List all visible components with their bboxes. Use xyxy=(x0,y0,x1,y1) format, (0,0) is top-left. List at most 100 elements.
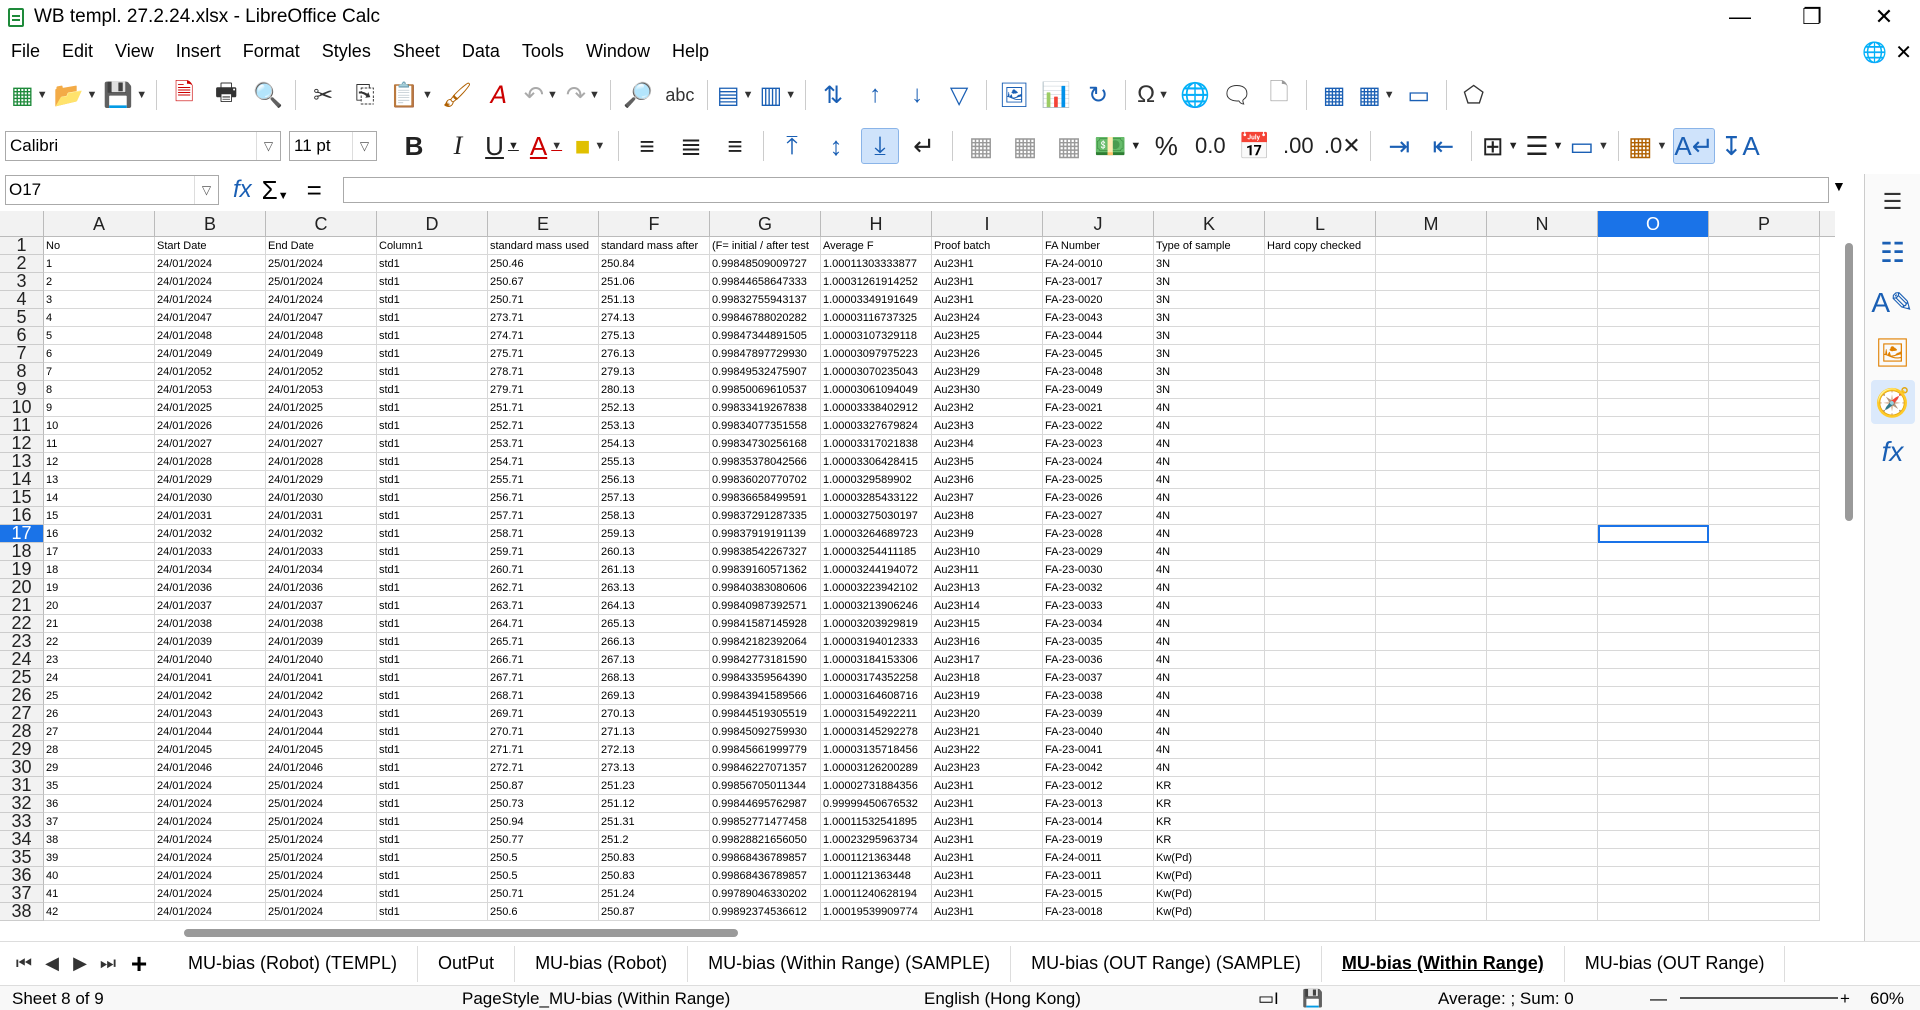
cell-l36[interactable] xyxy=(1265,867,1376,885)
align-left-icon[interactable]: ≡ xyxy=(628,128,666,164)
cell-h13[interactable]: 1.00003306428415 xyxy=(821,453,932,471)
cell-l5[interactable] xyxy=(1265,309,1376,327)
cell-b33[interactable]: 24/01/2024 xyxy=(155,813,266,831)
cell-l24[interactable] xyxy=(1265,651,1376,669)
cell-k23[interactable]: 4N xyxy=(1154,633,1265,651)
cell-a30[interactable]: 29 xyxy=(44,759,155,777)
delete-decimal-icon[interactable]: .0✕ xyxy=(1323,128,1361,164)
cell-n15[interactable] xyxy=(1487,489,1598,507)
cell-b12[interactable]: 24/01/2027 xyxy=(155,435,266,453)
cell-n1[interactable] xyxy=(1487,237,1598,255)
cell-b14[interactable]: 24/01/2029 xyxy=(155,471,266,489)
cell-f33[interactable]: 251.31 xyxy=(599,813,710,831)
cell-c12[interactable]: 24/01/2027 xyxy=(266,435,377,453)
cell-c23[interactable]: 24/01/2039 xyxy=(266,633,377,651)
cell-l1[interactable]: Hard copy checked xyxy=(1265,237,1376,255)
cell-j29[interactable]: FA-23-0041 xyxy=(1043,741,1154,759)
cell-d35[interactable]: std1 xyxy=(377,849,488,867)
cell-m38[interactable] xyxy=(1376,903,1487,921)
cell-c38[interactable]: 25/01/2024 xyxy=(266,903,377,921)
cell-d36[interactable]: std1 xyxy=(377,867,488,885)
cell-c14[interactable]: 24/01/2029 xyxy=(266,471,377,489)
cell-o14[interactable] xyxy=(1598,471,1709,489)
cell-b30[interactable]: 24/01/2046 xyxy=(155,759,266,777)
save-icon[interactable]: 💾 ▼ xyxy=(103,77,147,113)
cell-m7[interactable] xyxy=(1376,345,1487,363)
cell-k10[interactable]: 4N xyxy=(1154,399,1265,417)
cell-l12[interactable] xyxy=(1265,435,1376,453)
cell-a19[interactable]: 18 xyxy=(44,561,155,579)
cell-n3[interactable] xyxy=(1487,273,1598,291)
cell-j35[interactable]: FA-24-0011 xyxy=(1043,849,1154,867)
show-draw-functions-icon[interactable]: ⬠ xyxy=(1456,77,1492,113)
cell-n29[interactable] xyxy=(1487,741,1598,759)
cell-a10[interactable]: 9 xyxy=(44,399,155,417)
cell-l34[interactable] xyxy=(1265,831,1376,849)
cell-o35[interactable] xyxy=(1598,849,1709,867)
cell-j18[interactable]: FA-23-0029 xyxy=(1043,543,1154,561)
cell-a20[interactable]: 19 xyxy=(44,579,155,597)
merge-cells-icon[interactable]: ▦ xyxy=(1006,128,1044,164)
cell-m24[interactable] xyxy=(1376,651,1487,669)
cell-p15[interactable] xyxy=(1709,489,1820,507)
cell-a25[interactable]: 24 xyxy=(44,669,155,687)
cell-k34[interactable]: KR xyxy=(1154,831,1265,849)
page-style[interactable]: PageStyle_MU-bias (Within Range) xyxy=(462,989,730,1009)
cell-o8[interactable] xyxy=(1598,363,1709,381)
cell-m27[interactable] xyxy=(1376,705,1487,723)
cell-d6[interactable]: std1 xyxy=(377,327,488,345)
cell-l11[interactable] xyxy=(1265,417,1376,435)
cell-g4[interactable]: 0.99832755943137 xyxy=(710,291,821,309)
column-icon[interactable]: ▥ ▼ xyxy=(760,77,797,113)
cell-g13[interactable]: 0.99835378042566 xyxy=(710,453,821,471)
cell-h4[interactable]: 1.00003349191649 xyxy=(821,291,932,309)
zoom-out-icon[interactable]: — xyxy=(1650,989,1667,1009)
cell-e37[interactable]: 250.71 xyxy=(488,885,599,903)
cell-d11[interactable]: std1 xyxy=(377,417,488,435)
cell-p12[interactable] xyxy=(1709,435,1820,453)
restore-button[interactable]: ❐ xyxy=(1776,0,1848,34)
cell-g14[interactable]: 0.99836020770702 xyxy=(710,471,821,489)
cell-e5[interactable]: 273.71 xyxy=(488,309,599,327)
paste-icon[interactable]: 📋 ▼ xyxy=(389,77,433,113)
special-character-icon[interactable]: Ω ▼ xyxy=(1135,77,1171,113)
cell-m17[interactable] xyxy=(1376,525,1487,543)
menu-file[interactable]: File xyxy=(0,41,51,62)
cell-i36[interactable]: Au23H1 xyxy=(932,867,1043,885)
cell-j15[interactable]: FA-23-0026 xyxy=(1043,489,1154,507)
cell-e11[interactable]: 252.71 xyxy=(488,417,599,435)
cell-g11[interactable]: 0.99834077351558 xyxy=(710,417,821,435)
cell-n2[interactable] xyxy=(1487,255,1598,273)
cell-j1[interactable]: FA Number xyxy=(1043,237,1154,255)
cell-p33[interactable] xyxy=(1709,813,1820,831)
cell-c20[interactable]: 24/01/2036 xyxy=(266,579,377,597)
cell-n26[interactable] xyxy=(1487,687,1598,705)
cell-g6[interactable]: 0.99847344891505 xyxy=(710,327,821,345)
cell-p10[interactable] xyxy=(1709,399,1820,417)
cell-p2[interactable] xyxy=(1709,255,1820,273)
clear-formatting-icon[interactable]: 𝘈 xyxy=(481,77,517,113)
expand-formula-bar-icon[interactable]: ▼ xyxy=(1832,178,1846,194)
cell-m16[interactable] xyxy=(1376,507,1487,525)
chevron-down-icon[interactable]: ▽ xyxy=(352,132,376,160)
cell-l19[interactable] xyxy=(1265,561,1376,579)
cell-i17[interactable]: Au23H9 xyxy=(932,525,1043,543)
cell-l17[interactable] xyxy=(1265,525,1376,543)
cell-i14[interactable]: Au23H6 xyxy=(932,471,1043,489)
cell-o26[interactable] xyxy=(1598,687,1709,705)
insert-chart-icon[interactable]: 📊 xyxy=(1038,77,1074,113)
column-header-m[interactable]: M xyxy=(1376,211,1487,237)
cell-l30[interactable] xyxy=(1265,759,1376,777)
cell-n17[interactable] xyxy=(1487,525,1598,543)
cell-e16[interactable]: 257.71 xyxy=(488,507,599,525)
cell-c32[interactable]: 25/01/2024 xyxy=(266,795,377,813)
cell-a1[interactable]: No xyxy=(44,237,155,255)
cell-l22[interactable] xyxy=(1265,615,1376,633)
cell-p29[interactable] xyxy=(1709,741,1820,759)
cell-o18[interactable] xyxy=(1598,543,1709,561)
menu-edit[interactable]: Edit xyxy=(51,41,104,62)
cell-k15[interactable]: 4N xyxy=(1154,489,1265,507)
cell-f35[interactable]: 250.83 xyxy=(599,849,710,867)
cell-b31[interactable]: 24/01/2024 xyxy=(155,777,266,795)
cell-k31[interactable]: KR xyxy=(1154,777,1265,795)
